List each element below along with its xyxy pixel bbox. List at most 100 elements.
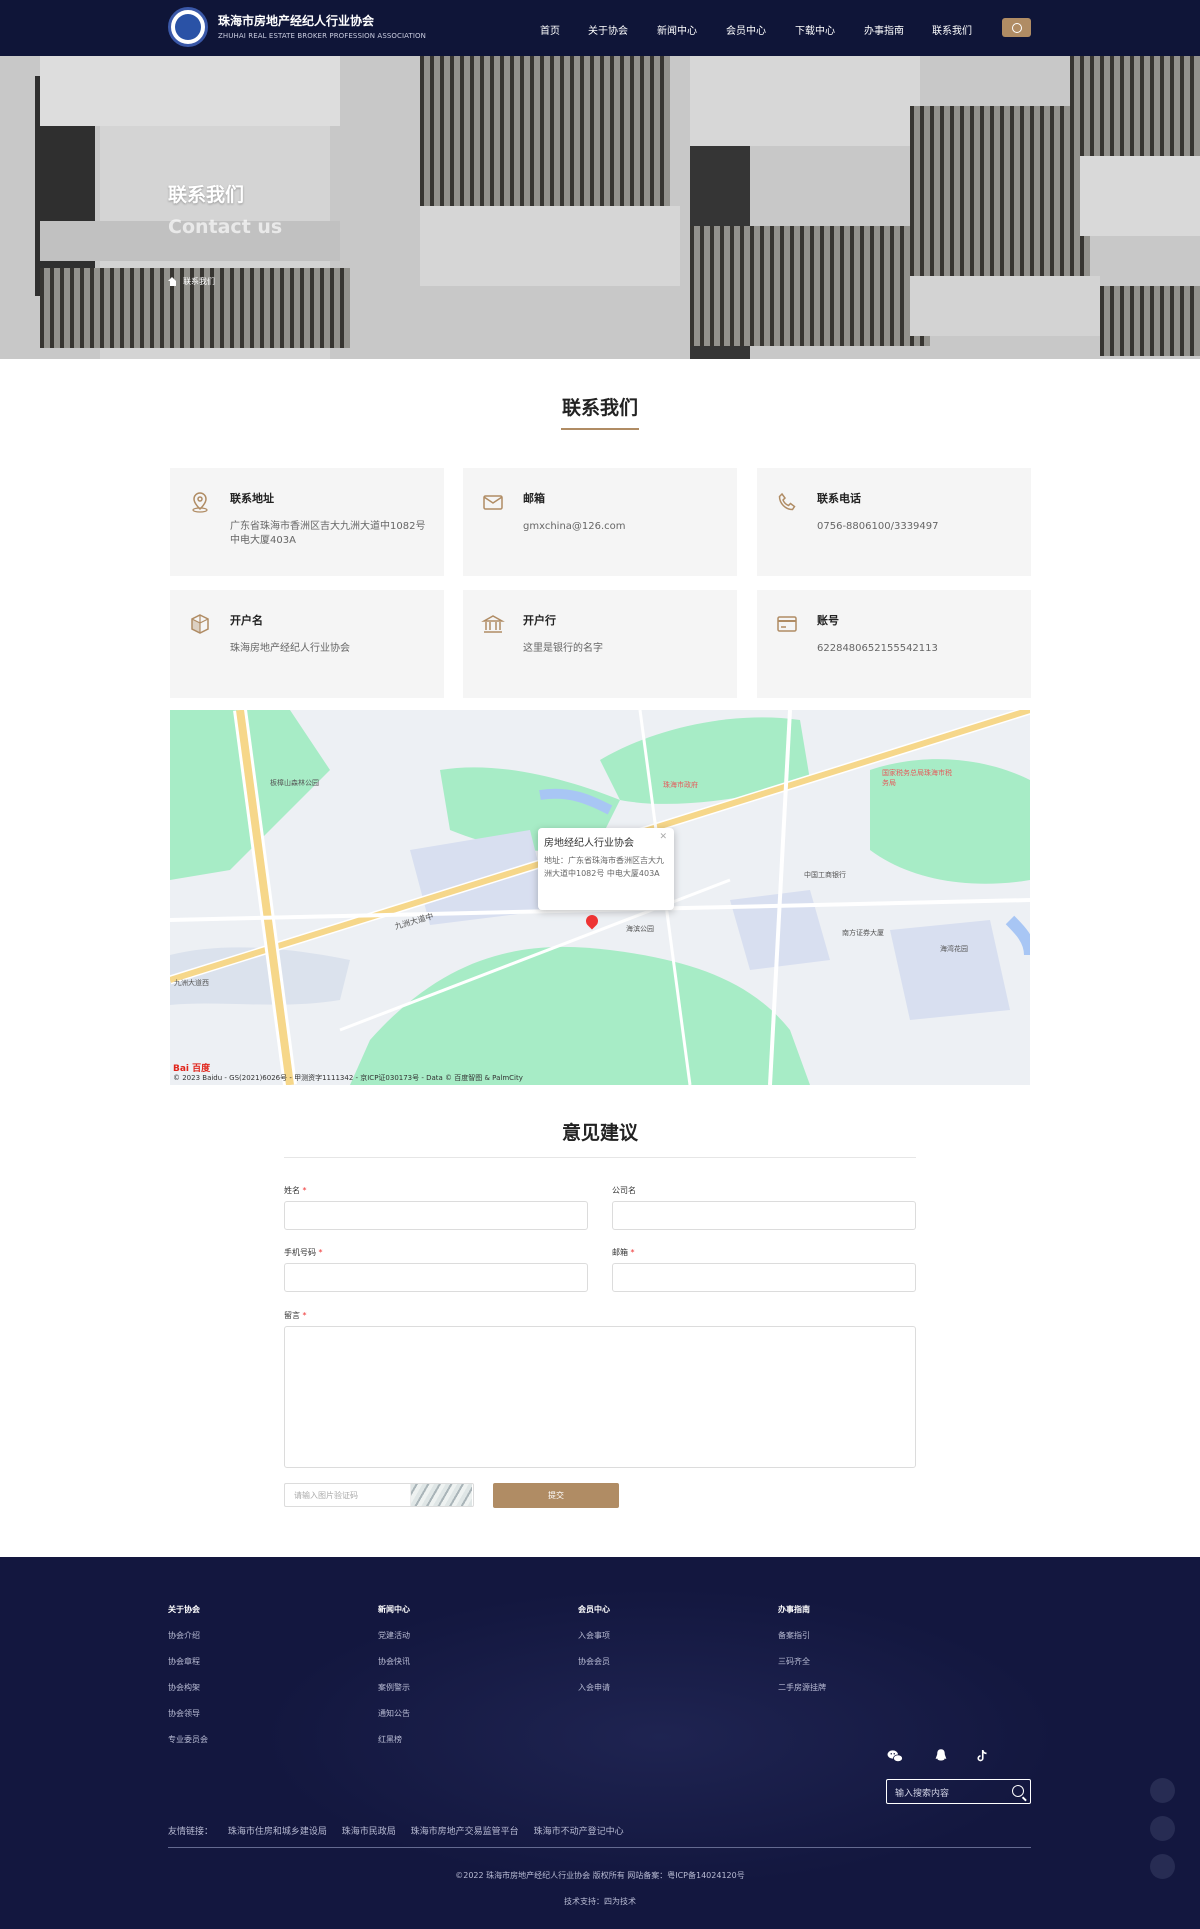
email-label: 邮箱 *	[612, 1248, 635, 1257]
card-value[interactable]: gmxchina@126.com	[523, 520, 721, 534]
banner-subtitle: Contact us	[168, 216, 283, 238]
footer-link[interactable]: 入会申请	[578, 1682, 610, 1693]
footer-copyright: ©2022 珠海市房地产经纪人行业协会 版权所有 网站备案：粤ICP备14024…	[455, 1871, 745, 1880]
nav-members[interactable]: 会员中心	[726, 22, 776, 37]
footer-link[interactable]: 协会领导	[168, 1708, 208, 1719]
form-section-title: 意见建议	[561, 1122, 638, 1144]
home-icon[interactable]	[168, 277, 177, 286]
douyin-icon[interactable]	[973, 1747, 991, 1765]
footer-link[interactable]: 专业委员会	[168, 1734, 208, 1745]
footer-link[interactable]: 协会章程	[168, 1656, 208, 1667]
address-card: 联系地址 广东省珠海市香洲区吉大九洲大道中1082号 中电大厦403A	[170, 468, 444, 576]
email-card: 邮箱 gmxchina@126.com	[463, 468, 737, 576]
wechat-icon[interactable]	[886, 1747, 904, 1765]
footer-link[interactable]: 协会构架	[168, 1682, 208, 1693]
search-icon[interactable]	[1012, 1785, 1024, 1797]
footer-column-news: 新闻中心 党建活动 协会快讯 案例警示 通知公告 红黑榜	[378, 1604, 410, 1760]
footer-link[interactable]: 二手房源挂牌	[778, 1682, 826, 1693]
message-label: 留言 *	[284, 1311, 307, 1320]
card-icon	[777, 616, 797, 632]
card-value: 6228480652155542113	[817, 643, 938, 654]
footer-link[interactable]: 党建活动	[378, 1630, 410, 1641]
footer-heading[interactable]: 会员中心	[578, 1604, 610, 1615]
nav-about[interactable]: 关于协会	[588, 22, 638, 37]
float-contact-button[interactable]	[1150, 1778, 1175, 1803]
phone-icon	[778, 492, 796, 511]
card-title: 联系电话	[817, 492, 861, 505]
phone-card: 联系电话 0756-8806100/3339497	[757, 468, 1031, 576]
footer-link[interactable]: 通知公告	[378, 1708, 410, 1719]
form-divider	[284, 1157, 916, 1158]
card-value: 广东省珠海市香洲区吉大九洲大道中1082号 中电大厦403A	[230, 521, 426, 546]
card-value: 0756-8806100/3339497	[817, 521, 939, 532]
map-label: 九洲大道西	[174, 979, 209, 987]
map-info-popup: ✕ 房地经纪人行业协会 地址：广东省珠海市香洲区吉大九洲大道中1082号 中电大…	[538, 828, 674, 910]
footer-link[interactable]: 案例警示	[378, 1682, 410, 1693]
friend-link[interactable]: 珠海市不动产登记中心	[534, 1827, 624, 1837]
map-copyright: © 2023 Baidu - GS(2021)6026号 - 甲测资字11113…	[173, 1074, 523, 1082]
footer-link[interactable]: 红黑榜	[378, 1734, 410, 1745]
name-input[interactable]	[284, 1201, 588, 1230]
footer-link[interactable]: 备案指引	[778, 1630, 826, 1641]
footer-link[interactable]: 三码齐全	[778, 1656, 826, 1667]
tech-support[interactable]: 技术支持：四为技术	[0, 1896, 1200, 1907]
back-to-top-button[interactable]	[1150, 1854, 1175, 1879]
map-label: 板樟山森林公园	[270, 779, 319, 787]
card-title: 联系地址	[230, 492, 274, 505]
company-input[interactable]	[612, 1201, 916, 1230]
search-icon	[1011, 22, 1022, 33]
map-label: 珠海市政府	[663, 781, 698, 789]
footer-link[interactable]: 协会介绍	[168, 1630, 208, 1641]
site-header: 珠海市房地产经纪人行业协会 ZHUHAI REAL ESTATE BROKER …	[0, 0, 1200, 56]
footer-link[interactable]: 入会事项	[578, 1630, 610, 1641]
nav-news[interactable]: 新闻中心	[657, 22, 707, 37]
float-phone-button[interactable]	[1150, 1816, 1175, 1841]
popup-title: 房地经纪人行业协会	[544, 838, 634, 849]
org-name: 珠海市房地产经纪人行业协会	[218, 14, 375, 28]
org-name-en: ZHUHAI REAL ESTATE BROKER PROFESSION ASS…	[218, 32, 427, 40]
friend-link[interactable]: 珠海市房地产交易监管平台	[411, 1827, 519, 1837]
bank-card: 开户行 这里是银行的名字	[463, 590, 737, 698]
location-map[interactable]: 板樟山森林公园 珠海市政府 国家税务总局珠海市税务局 中国工商银行 南方证券大厦…	[170, 710, 1030, 1085]
footer-link[interactable]: 协会快讯	[378, 1656, 410, 1667]
captcha-image[interactable]	[410, 1484, 472, 1506]
message-textarea[interactable]	[284, 1326, 916, 1468]
nav-downloads[interactable]: 下载中心	[795, 22, 845, 37]
footer-search-input[interactable]: 输入搜索内容	[886, 1779, 1031, 1804]
footer-column-about: 关于协会 协会介绍 协会章程 协会构架 协会领导 专业委员会	[168, 1604, 208, 1760]
name-label: 姓名 *	[284, 1186, 307, 1195]
nav-home[interactable]: 首页	[540, 22, 570, 37]
page-banner: 联系我们 Contact us 联系我们	[0, 56, 1200, 359]
footer-heading[interactable]: 新闻中心	[378, 1604, 410, 1615]
friend-link[interactable]: 珠海市民政局	[342, 1827, 396, 1837]
close-icon[interactable]: ✕	[659, 832, 667, 842]
footer-heading[interactable]: 关于协会	[168, 1604, 208, 1615]
contact-section-title: 联系我们	[561, 397, 638, 419]
header-search-button[interactable]	[1002, 18, 1031, 37]
card-value: 珠海房地产经纪人行业协会	[230, 643, 350, 654]
card-value: 这里是银行的名字	[523, 643, 603, 654]
friend-link[interactable]: 珠海市住房和城乡建设局	[228, 1827, 327, 1837]
footer-heading[interactable]: 办事指南	[778, 1604, 826, 1615]
email-input[interactable]	[612, 1263, 916, 1292]
card-title: 邮箱	[523, 492, 545, 505]
account-number-card: 账号 6228480652155542113	[757, 590, 1031, 698]
submit-button[interactable]: 提交	[493, 1483, 619, 1508]
footer-column-members: 会员中心 入会事项 协会会员 入会申请	[578, 1604, 610, 1708]
bank-icon	[481, 615, 505, 633]
card-title: 开户名	[230, 614, 263, 627]
account-name-card: 开户名 珠海房地产经纪人行业协会	[170, 590, 444, 698]
nav-contact[interactable]: 联系我们	[932, 22, 982, 37]
map-label: 海湾花园	[940, 945, 968, 953]
site-logo[interactable]: 珠海市房地产经纪人行业协会 ZHUHAI REAL ESTATE BROKER …	[168, 7, 426, 47]
breadcrumb-current[interactable]: 联系我们	[183, 276, 215, 287]
map-label: 海滨公园	[626, 925, 654, 933]
map-label: 南方证券大厦	[842, 929, 884, 937]
qq-icon[interactable]	[932, 1747, 950, 1765]
footer-link[interactable]: 协会会员	[578, 1656, 610, 1667]
breadcrumb: 联系我们	[168, 276, 215, 287]
phone-input[interactable]	[284, 1263, 588, 1292]
site-footer: 关于协会 协会介绍 协会章程 协会构架 协会领导 专业委员会 新闻中心 党建活动…	[0, 1557, 1200, 1929]
map-label: 国家税务总局珠海市税务局	[882, 769, 952, 787]
nav-guide[interactable]: 办事指南	[864, 22, 914, 37]
